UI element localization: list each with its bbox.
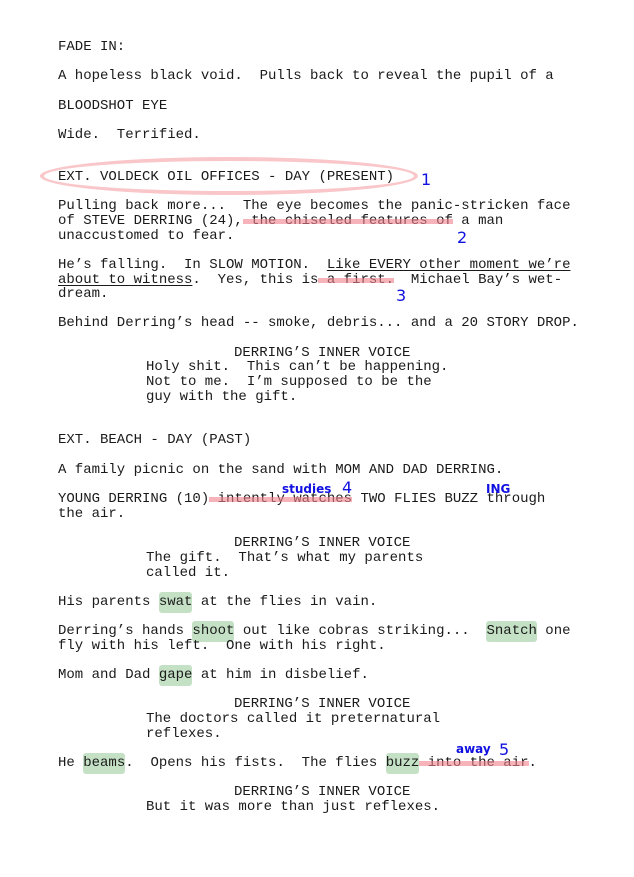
annotation-insert-away: away xyxy=(456,742,491,756)
character-name: DERRING’S INNER VOICE xyxy=(234,697,410,712)
text-segment: called it. xyxy=(146,565,231,581)
action-line: unaccustomed to fear. xyxy=(58,229,234,244)
annotation-number-3: 3 xyxy=(396,286,407,305)
text-segment: TWO FLIES BUZZ through xyxy=(352,491,546,507)
highlighted-word: gape xyxy=(158,665,193,686)
action-line: fly with his left. One with his right. xyxy=(58,639,386,654)
text-segment: DERRING’S INNER VOICE xyxy=(234,784,411,800)
dialogue-line: reflexes. xyxy=(146,727,222,742)
text-segment: A family picnic on the sand with MOM AND… xyxy=(58,462,504,478)
action-line: A hopeless black void. Pulls back to rev… xyxy=(58,69,554,84)
text-segment: Derring’s hands xyxy=(58,623,193,639)
fade-in: FADE IN: xyxy=(58,40,125,55)
highlighted-word: Snatch xyxy=(486,621,537,642)
text-segment: A hopeless black void. Pulls back to rev… xyxy=(58,68,554,84)
text-segment: FADE IN: xyxy=(58,39,126,55)
text-segment: EXT. VOLDECK OIL OFFICES - DAY (PRESENT) xyxy=(58,169,395,185)
text-segment: reflexes. xyxy=(146,726,222,742)
annotation-number-2: 2 xyxy=(457,228,468,247)
scene-heading: EXT. VOLDECK OIL OFFICES - DAY (PRESENT) xyxy=(58,170,394,185)
annotation-insert-studies: studies xyxy=(282,482,332,496)
text-segment: at the flies in vain. xyxy=(192,594,378,610)
dialogue-line: Holy shit. This can’t be happening. xyxy=(146,360,448,375)
text-segment: guy with the gift. xyxy=(146,389,298,405)
text-segment: YOUNG DERRING (10) xyxy=(58,491,210,507)
text-segment: the air. xyxy=(58,506,126,522)
action-line: of STEVE DERRING (24), the chiseled feat… xyxy=(58,214,503,229)
character-name: DERRING’S INNER VOICE xyxy=(234,785,410,800)
action-line: Pulling back more... The eye becomes the… xyxy=(58,199,570,214)
text-segment: But it was more than just reflexes. xyxy=(146,799,441,815)
text-segment: Mom and Dad xyxy=(58,667,159,683)
action-line: the air. xyxy=(58,507,125,522)
action-line: He beams. Opens his fists. The flies buz… xyxy=(58,753,537,774)
strikethrough-edit: a first. xyxy=(318,272,395,288)
text-segment: dream. xyxy=(58,286,109,302)
strikethrough-edit: into the air xyxy=(419,755,529,771)
scene-heading: EXT. BEACH - DAY (PAST) xyxy=(58,433,251,448)
text-segment: one xyxy=(536,623,571,639)
text-segment: DERRING’S INNER VOICE xyxy=(234,696,411,712)
text-segment: EXT. BEACH - DAY (PAST) xyxy=(58,432,252,448)
highlighted-word: buzz xyxy=(385,753,420,774)
dialogue-line: The gift. That’s what my parents xyxy=(146,551,423,566)
character-name: DERRING’S INNER VOICE xyxy=(234,536,410,551)
action-line: He’s falling. In SLOW MOTION. Like EVERY… xyxy=(58,258,570,273)
highlighted-word: swat xyxy=(158,592,193,613)
text-segment: of STEVE DERRING (24), xyxy=(58,213,243,229)
text-segment: unaccustomed to fear. xyxy=(58,228,235,244)
text-segment: at him in disbelief. xyxy=(192,667,369,683)
annotation-insert-ing: ING xyxy=(486,482,511,496)
dialogue-line: But it was more than just reflexes. xyxy=(146,800,440,815)
text-segment: Behind Derring’s head -- smoke, debris..… xyxy=(58,315,579,331)
action-line: about to witness. Yes, this is a first. … xyxy=(58,273,562,288)
text-segment: DERRING’S INNER VOICE xyxy=(234,535,411,551)
action-line: Wide. Terrified. xyxy=(58,128,201,143)
text-segment: a man xyxy=(452,213,504,229)
text-segment: BLOODSHOT EYE xyxy=(58,98,168,114)
dialogue-line: called it. xyxy=(146,566,230,581)
dialogue-line: guy with the gift. xyxy=(146,390,297,405)
action-line: Derring’s hands shoot out like cobras st… xyxy=(58,621,571,642)
action-line: Mom and Dad gape at him in disbelief. xyxy=(58,665,369,686)
text-segment: Holy shit. This can’t be happening. xyxy=(146,359,449,375)
text-segment: Michael Bay’s wet- xyxy=(394,272,563,288)
underlined-text: Like EVERY other moment we’re xyxy=(326,257,571,273)
annotation-number-1: 1 xyxy=(421,170,432,189)
text-segment: Wide. Terrified. xyxy=(58,127,201,143)
dialogue-line: The doctors called it preternatural xyxy=(146,712,440,727)
text-segment: out like cobras striking... xyxy=(234,623,487,639)
dialogue-line: Not to me. I’m supposed to be the xyxy=(146,375,432,390)
annotation-number-4: 4 xyxy=(342,478,353,497)
text-segment: His parents xyxy=(58,594,159,610)
highlighted-word: beams xyxy=(83,753,126,774)
slugline-bloodshot-eye: BLOODSHOT EYE xyxy=(58,99,167,114)
text-segment: . Yes, this is xyxy=(192,272,319,288)
action-line: dream. xyxy=(58,287,108,302)
action-line: Behind Derring’s head -- smoke, debris..… xyxy=(58,316,579,331)
text-segment: He xyxy=(58,755,84,771)
annotation-number-5: 5 xyxy=(499,740,510,759)
text-segment: The doctors called it preternatural xyxy=(146,711,441,727)
text-segment: fly with his left. One with his right. xyxy=(58,638,386,654)
text-segment: . xyxy=(528,755,537,771)
text-segment: He’s falling. In SLOW MOTION. xyxy=(58,257,327,273)
text-segment: . Opens his fists. The flies xyxy=(125,755,386,771)
strikethrough-edit: the chiseled features of xyxy=(242,213,453,229)
text-segment: The gift. That’s what my parents xyxy=(146,550,424,566)
action-line: A family picnic on the sand with MOM AND… xyxy=(58,463,503,478)
text-segment: Not to me. I’m supposed to be the xyxy=(146,374,432,390)
text-segment: Pulling back more... The eye becomes the… xyxy=(58,198,571,214)
action-line: His parents swat at the flies in vain. xyxy=(58,592,378,613)
